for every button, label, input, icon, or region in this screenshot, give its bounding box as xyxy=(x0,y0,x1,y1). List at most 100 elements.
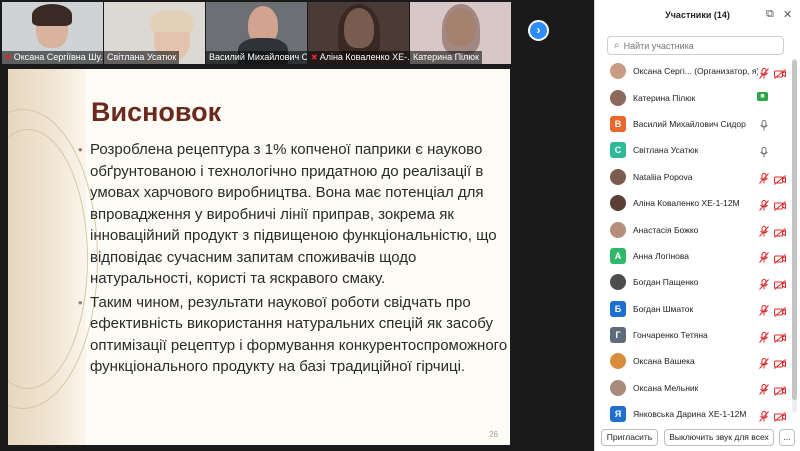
participant-row[interactable]: Катерина Пілюк ■ xyxy=(595,84,791,110)
participant-row[interactable]: Nataliia Popova xyxy=(595,164,791,190)
video-tile[interactable]: Катерина Пілюк xyxy=(410,2,511,64)
participant-row[interactable]: Б Богдан Шматок xyxy=(595,296,791,322)
avatar-photo xyxy=(610,379,626,396)
mic-muted-icon[interactable] xyxy=(759,356,769,369)
participant-name: Світлана Усатюк xyxy=(633,145,699,156)
avatar-initial: С xyxy=(610,142,626,159)
participant-row[interactable]: А Анна Логінова xyxy=(595,243,791,269)
participant-name: Василий Михайлович Сидор xyxy=(633,118,746,129)
participant-name: Оксана Мельник xyxy=(633,382,699,393)
participant-row[interactable]: В Василий Михайлович Сидор xyxy=(595,111,791,137)
participant-name: Оксана Сергі... (Организатор, я) xyxy=(633,66,758,77)
mic-icon[interactable] xyxy=(759,118,769,131)
mic-muted-icon[interactable] xyxy=(759,382,769,396)
participant-row[interactable]: Анастасія Божко xyxy=(595,216,791,242)
avatar-photo xyxy=(610,195,626,212)
participant-row[interactable]: Оксана Мельник xyxy=(595,375,791,401)
invite-button[interactable]: Пригласить xyxy=(601,429,658,446)
participant-name: Nataliia Popova xyxy=(633,171,693,182)
participant-name: Янковська Дарина ХЕ-1-12М xyxy=(633,409,747,420)
shared-slide: Висновок Розроблена рецептура з 1% копче… xyxy=(8,69,510,445)
slide-body: Розроблена рецептура з 1% копченої папри… xyxy=(78,139,508,380)
panel-footer: Пригласить Выключить звук для всех ... xyxy=(595,427,800,449)
camera-on-icon: ■ xyxy=(757,92,768,102)
camera-off-icon xyxy=(774,383,786,396)
mic-muted-icon[interactable] xyxy=(759,224,769,237)
video-tile-name: Світлана Усатюк xyxy=(104,51,180,64)
participant-name: Гончаренко Тетяна xyxy=(633,330,708,341)
slide-bullet: Таким чином, результати наукової роботи … xyxy=(78,292,508,378)
participant-row[interactable]: Аліна Коваленко ХЕ-1-12М xyxy=(595,190,791,216)
camera-off-icon xyxy=(774,356,786,370)
slide-decoration xyxy=(8,69,98,445)
mic-muted-icon[interactable] xyxy=(759,198,769,211)
more-button[interactable]: ... xyxy=(779,429,795,446)
mic-muted-icon[interactable] xyxy=(759,303,769,317)
camera-off-icon xyxy=(774,409,786,423)
camera-off-icon xyxy=(774,304,786,317)
avatar-photo xyxy=(610,274,626,291)
mic-muted-icon[interactable] xyxy=(759,250,769,264)
participant-row[interactable]: Я Янковська Дарина ХЕ-1-12М xyxy=(595,401,791,427)
search-icon: ⌕ xyxy=(614,40,620,51)
participant-name: Катерина Пілюк xyxy=(633,92,696,103)
mic-muted-icon[interactable] xyxy=(759,171,769,185)
camera-off-icon xyxy=(774,277,786,291)
mic-muted-icon[interactable] xyxy=(759,330,769,343)
participant-name: Богдан Пащенко xyxy=(633,277,699,288)
participant-name: Оксана Вашека xyxy=(633,356,695,367)
popout-icon[interactable]: ⧉ xyxy=(766,8,774,21)
avatar-photo xyxy=(610,168,626,185)
video-tile[interactable]: Світлана Усатюк xyxy=(104,2,205,64)
slide-page-number: 26 xyxy=(489,430,498,439)
participants-panel: Участники (14) ⧉ ✕ ⌕ Оксана Сергі... (Ор… xyxy=(594,0,800,451)
mic-icon[interactable] xyxy=(759,145,769,158)
participant-name: Анастасія Божко xyxy=(633,224,699,235)
video-tile[interactable]: ✖ Оксана Сергіївна Шу... xyxy=(2,2,103,64)
avatar-photo xyxy=(610,353,626,370)
avatar-photo xyxy=(610,221,626,238)
participant-row[interactable]: Богдан Пащенко xyxy=(595,269,791,295)
participant-row[interactable]: Оксана Сергі... (Организатор, я) xyxy=(595,58,791,84)
search-box[interactable]: ⌕ xyxy=(607,36,784,55)
camera-off-icon xyxy=(774,225,786,238)
avatar-initial: В xyxy=(610,115,626,132)
scrollbar[interactable] xyxy=(792,58,797,413)
camera-off-icon xyxy=(774,66,786,80)
participant-row[interactable]: Г Гончаренко Тетяна xyxy=(595,322,791,348)
participant-name: Анна Логінова xyxy=(633,250,690,261)
camera-off-icon xyxy=(774,251,786,264)
slide-bullet: Розроблена рецептура з 1% копченої папри… xyxy=(78,139,508,290)
mute-all-button[interactable]: Выключить звук для всех xyxy=(664,429,774,446)
participant-name: Богдан Шматок xyxy=(633,303,694,314)
mic-muted-icon[interactable] xyxy=(759,409,769,422)
camera-off-icon xyxy=(774,172,786,185)
avatar-initial: Б xyxy=(610,300,626,317)
close-icon[interactable]: ✕ xyxy=(783,8,792,21)
avatar-initial: Г xyxy=(610,327,626,344)
mic-off-icon: ✖ xyxy=(5,53,12,62)
video-tile[interactable]: Василий Михайлович С... xyxy=(206,2,307,64)
video-tile-name: ✖ Аліна Коваленко ХЕ-... xyxy=(308,51,409,64)
mic-off-icon: ✖ xyxy=(311,53,318,62)
participant-list: Оксана Сергі... (Организатор, я) Катерина… xyxy=(595,58,791,427)
search-input[interactable] xyxy=(623,40,774,51)
video-tile-name: Василий Михайлович С... xyxy=(206,51,307,64)
mic-muted-icon[interactable] xyxy=(759,277,769,290)
next-page-button[interactable]: › xyxy=(528,20,549,41)
video-tile[interactable]: ✖ Аліна Коваленко ХЕ-... xyxy=(308,2,409,64)
slide-title: Висновок xyxy=(91,97,222,127)
participant-row[interactable]: Оксана Вашека xyxy=(595,348,791,374)
avatar-initial: Я xyxy=(610,406,626,423)
camera-off-icon xyxy=(774,330,786,343)
avatar-photo xyxy=(610,89,626,106)
participant-row[interactable]: С Світлана Усатюк xyxy=(595,137,791,163)
participant-name: Аліна Коваленко ХЕ-1-12М xyxy=(633,198,740,209)
scrollbar-thumb[interactable] xyxy=(792,60,797,400)
camera-off-icon xyxy=(774,198,786,212)
chevron-right-icon: › xyxy=(536,23,541,37)
mic-muted-icon[interactable] xyxy=(759,66,769,79)
video-tile-name: Катерина Пілюк xyxy=(410,51,482,64)
avatar-initial: А xyxy=(610,247,626,264)
video-strip: ✖ Оксана Сергіївна Шу... Світлана Усатюк … xyxy=(0,0,594,66)
